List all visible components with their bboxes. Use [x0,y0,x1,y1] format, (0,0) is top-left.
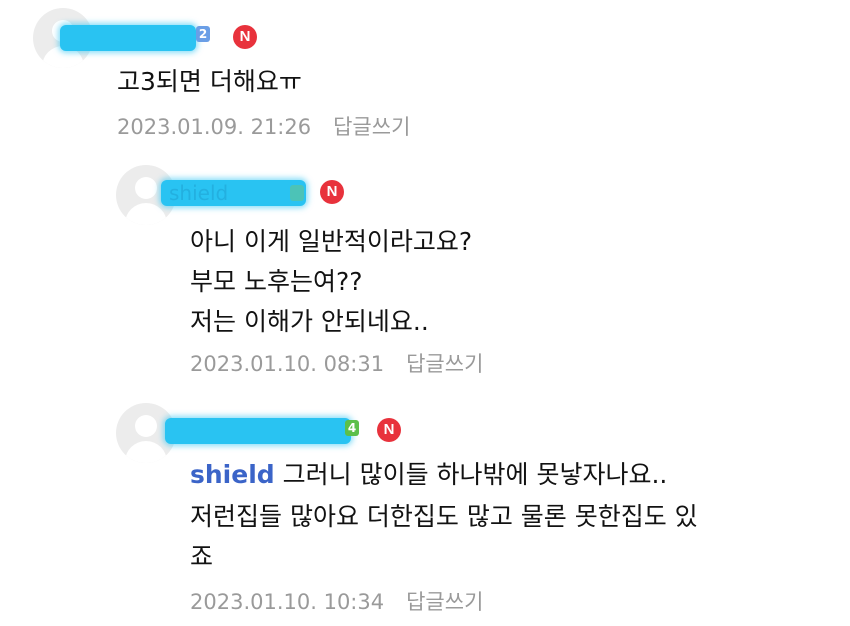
level-badge [290,185,304,201]
avatar-head-shape [135,415,157,437]
new-badge: N [320,180,344,204]
new-badge: N [377,418,401,442]
comment-meta: 2023.01.10. 08:31 답글쓰기 [190,350,483,378]
avatar-body-shape [125,203,167,225]
avatar-head-shape [135,177,157,199]
mention-link[interactable]: shield [190,460,275,489]
comment-body-line: 저는 이해가 안되네요.. [190,307,429,336]
comment-body-line: 죠 [190,542,214,571]
timestamp: 2023.01.10. 10:34 [190,590,385,614]
nickname-redacted[interactable] [60,25,196,51]
avatar-body-shape [125,441,167,463]
nickname-redacted[interactable] [165,418,351,444]
comment-meta: 2023.01.09. 21:26 답글쓰기 [117,113,410,141]
comment-body-line: 고3되면 더해요ㅠ [117,67,302,96]
comment-meta: 2023.01.10. 10:34 답글쓰기 [190,588,483,616]
comment-body-text: 그러니 많이들 하나밖에 못낳자나요.. [274,460,668,489]
reply-button[interactable]: 답글쓰기 [406,352,483,376]
level-badge: 4 [345,420,359,436]
level-badge: 2 [196,26,210,42]
nickname-text: shield [169,181,229,205]
reply-button[interactable]: 답글쓰기 [406,590,483,614]
timestamp: 2023.01.09. 21:26 [117,115,312,139]
comment-body-line: 부모 노후는여?? [190,267,363,296]
nickname-redacted[interactable]: shield [161,180,306,206]
new-badge: N [233,25,257,49]
timestamp: 2023.01.10. 08:31 [190,352,385,376]
comment-body-line: 아니 이게 일반적이라고요? [190,227,473,256]
reply-button[interactable]: 답글쓰기 [333,115,410,139]
comment-body-line: shield 그러니 많이들 하나밖에 못낳자나요.. [190,455,667,495]
comment-body-line: 저런집들 많아요 더한집도 많고 물론 못한집도 있 [190,502,698,531]
